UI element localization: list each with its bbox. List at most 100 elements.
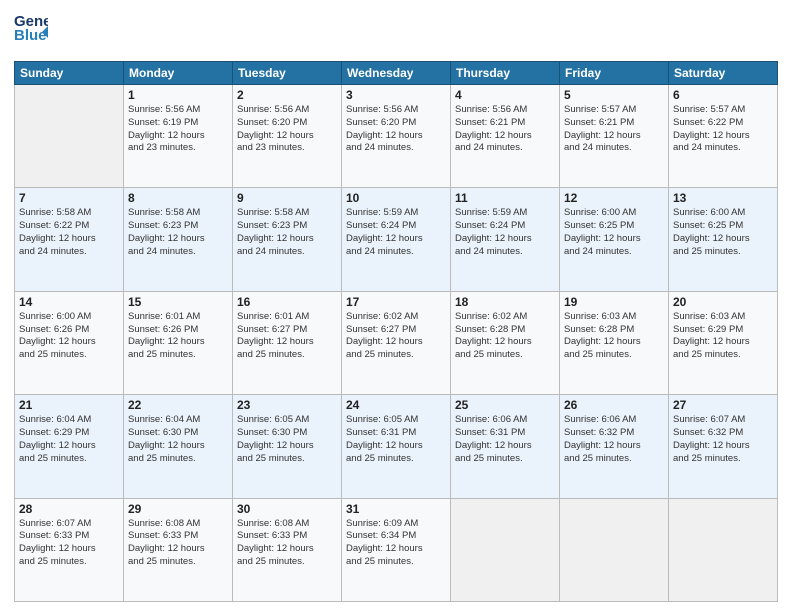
weekday-header-friday: Friday	[560, 62, 669, 85]
day-number: 20	[673, 295, 773, 309]
cell-info: Sunrise: 5:57 AMSunset: 6:22 PMDaylight:…	[673, 104, 773, 155]
calendar-cell: 17 Sunrise: 6:02 AMSunset: 6:27 PMDayligh…	[342, 291, 451, 394]
day-number: 9	[237, 191, 337, 205]
calendar-cell: 10 Sunrise: 5:59 AMSunset: 6:24 PMDayligh…	[342, 188, 451, 291]
day-number: 18	[455, 295, 555, 309]
calendar-cell	[669, 498, 778, 601]
day-number: 21	[19, 398, 119, 412]
calendar-cell: 30 Sunrise: 6:08 AMSunset: 6:33 PMDayligh…	[233, 498, 342, 601]
calendar-cell: 4Sunrise: 5:56 AMSunset: 6:21 PMDaylight…	[451, 85, 560, 188]
day-number: 29	[128, 502, 228, 516]
day-number: 11	[455, 191, 555, 205]
calendar-cell: 28 Sunrise: 6:07 AMSunset: 6:33 PMDayligh…	[15, 498, 124, 601]
cell-info: Sunrise: 6:07 AMSunset: 6:33 PMDaylight:…	[19, 518, 119, 569]
day-number: 27	[673, 398, 773, 412]
day-number: 16	[237, 295, 337, 309]
weekday-header-monday: Monday	[124, 62, 233, 85]
day-number: 17	[346, 295, 446, 309]
weekday-header-wednesday: Wednesday	[342, 62, 451, 85]
cell-info: Sunrise: 6:00 AMSunset: 6:25 PMDaylight:…	[673, 207, 773, 258]
calendar-cell: 3 Sunrise: 5:56 AMSunset: 6:20 PMDaylight…	[342, 85, 451, 188]
calendar-cell	[560, 498, 669, 601]
cell-info: Sunrise: 6:04 AMSunset: 6:30 PMDaylight:…	[128, 414, 228, 465]
week-row-2: 7Sunrise: 5:58 AMSunset: 6:22 PMDaylight…	[15, 188, 778, 291]
cell-info: Sunrise: 6:01 AMSunset: 6:26 PMDaylight:…	[128, 311, 228, 362]
cell-info: Sunrise: 5:56 AMSunset: 6:21 PMDaylight:…	[455, 104, 555, 155]
logo: General Blue	[14, 10, 48, 53]
calendar-cell: 7Sunrise: 5:58 AMSunset: 6:22 PMDaylight…	[15, 188, 124, 291]
calendar-cell: 18 Sunrise: 6:02 AMSunset: 6:28 PMDayligh…	[451, 291, 560, 394]
day-number: 24	[346, 398, 446, 412]
week-row-4: 21 Sunrise: 6:04 AMSunset: 6:29 PMDayligh…	[15, 395, 778, 498]
calendar-cell: 1 Sunrise: 5:56 AMSunset: 6:19 PMDaylight…	[124, 85, 233, 188]
day-number: 3	[346, 88, 446, 102]
calendar-cell: 31 Sunrise: 6:09 AMSunset: 6:34 PMDayligh…	[342, 498, 451, 601]
calendar-cell: 9Sunrise: 5:58 AMSunset: 6:23 PMDaylight…	[233, 188, 342, 291]
day-number: 14	[19, 295, 119, 309]
cell-info: Sunrise: 6:03 AMSunset: 6:28 PMDaylight:…	[564, 311, 664, 362]
week-row-1: 1 Sunrise: 5:56 AMSunset: 6:19 PMDaylight…	[15, 85, 778, 188]
cell-info: Sunrise: 6:04 AMSunset: 6:29 PMDaylight:…	[19, 414, 119, 465]
svg-text:Blue: Blue	[14, 27, 47, 44]
day-number: 23	[237, 398, 337, 412]
day-number: 31	[346, 502, 446, 516]
calendar-cell: 23 Sunrise: 6:05 AMSunset: 6:30 PMDayligh…	[233, 395, 342, 498]
cell-info: Sunrise: 6:02 AMSunset: 6:28 PMDaylight:…	[455, 311, 555, 362]
calendar-cell	[451, 498, 560, 601]
calendar-cell: 22Sunrise: 6:04 AMSunset: 6:30 PMDayligh…	[124, 395, 233, 498]
day-number: 30	[237, 502, 337, 516]
calendar-cell: 26 Sunrise: 6:06 AMSunset: 6:32 PMDayligh…	[560, 395, 669, 498]
day-number: 12	[564, 191, 664, 205]
cell-info: Sunrise: 6:02 AMSunset: 6:27 PMDaylight:…	[346, 311, 446, 362]
cell-info: Sunrise: 6:09 AMSunset: 6:34 PMDaylight:…	[346, 518, 446, 569]
cell-info: Sunrise: 5:56 AMSunset: 6:20 PMDaylight:…	[346, 104, 446, 155]
calendar-cell: 16 Sunrise: 6:01 AMSunset: 6:27 PMDayligh…	[233, 291, 342, 394]
day-number: 2	[237, 88, 337, 102]
calendar-cell: 12Sunrise: 6:00 AMSunset: 6:25 PMDayligh…	[560, 188, 669, 291]
cell-info: Sunrise: 5:59 AMSunset: 6:24 PMDaylight:…	[346, 207, 446, 258]
cell-info: Sunrise: 6:00 AMSunset: 6:26 PMDaylight:…	[19, 311, 119, 362]
cell-info: Sunrise: 6:05 AMSunset: 6:31 PMDaylight:…	[346, 414, 446, 465]
cell-info: Sunrise: 6:08 AMSunset: 6:33 PMDaylight:…	[128, 518, 228, 569]
cell-info: Sunrise: 6:06 AMSunset: 6:31 PMDaylight:…	[455, 414, 555, 465]
calendar-cell: 13 Sunrise: 6:00 AMSunset: 6:25 PMDayligh…	[669, 188, 778, 291]
weekday-header-sunday: Sunday	[15, 62, 124, 85]
weekday-header-tuesday: Tuesday	[233, 62, 342, 85]
day-number: 1	[128, 88, 228, 102]
day-number: 15	[128, 295, 228, 309]
cell-info: Sunrise: 6:01 AMSunset: 6:27 PMDaylight:…	[237, 311, 337, 362]
day-number: 10	[346, 191, 446, 205]
week-row-5: 28 Sunrise: 6:07 AMSunset: 6:33 PMDayligh…	[15, 498, 778, 601]
calendar-cell: 24 Sunrise: 6:05 AMSunset: 6:31 PMDayligh…	[342, 395, 451, 498]
calendar-cell: 14 Sunrise: 6:00 AMSunset: 6:26 PMDayligh…	[15, 291, 124, 394]
calendar-cell: 19 Sunrise: 6:03 AMSunset: 6:28 PMDayligh…	[560, 291, 669, 394]
day-number: 6	[673, 88, 773, 102]
calendar-cell: 8Sunrise: 5:58 AMSunset: 6:23 PMDaylight…	[124, 188, 233, 291]
day-number: 7	[19, 191, 119, 205]
cell-info: Sunrise: 6:05 AMSunset: 6:30 PMDaylight:…	[237, 414, 337, 465]
calendar-cell: 25 Sunrise: 6:06 AMSunset: 6:31 PMDayligh…	[451, 395, 560, 498]
day-number: 8	[128, 191, 228, 205]
calendar-cell: 15 Sunrise: 6:01 AMSunset: 6:26 PMDayligh…	[124, 291, 233, 394]
day-number: 19	[564, 295, 664, 309]
day-number: 25	[455, 398, 555, 412]
calendar-cell: 21 Sunrise: 6:04 AMSunset: 6:29 PMDayligh…	[15, 395, 124, 498]
cell-info: Sunrise: 5:56 AMSunset: 6:20 PMDaylight:…	[237, 104, 337, 155]
header: General Blue	[14, 10, 778, 53]
cell-info: Sunrise: 5:59 AMSunset: 6:24 PMDaylight:…	[455, 207, 555, 258]
calendar-cell	[15, 85, 124, 188]
calendar-cell: 2 Sunrise: 5:56 AMSunset: 6:20 PMDaylight…	[233, 85, 342, 188]
week-row-3: 14 Sunrise: 6:00 AMSunset: 6:26 PMDayligh…	[15, 291, 778, 394]
page: General Blue SundayMondayTuesdayWednesda…	[0, 0, 792, 612]
calendar-cell: 6 Sunrise: 5:57 AMSunset: 6:22 PMDaylight…	[669, 85, 778, 188]
day-number: 26	[564, 398, 664, 412]
calendar-cell: 5Sunrise: 5:57 AMSunset: 6:21 PMDaylight…	[560, 85, 669, 188]
calendar-cell: 11 Sunrise: 5:59 AMSunset: 6:24 PMDayligh…	[451, 188, 560, 291]
cell-info: Sunrise: 5:56 AMSunset: 6:19 PMDaylight:…	[128, 104, 228, 155]
cell-info: Sunrise: 6:06 AMSunset: 6:32 PMDaylight:…	[564, 414, 664, 465]
cell-info: Sunrise: 6:03 AMSunset: 6:29 PMDaylight:…	[673, 311, 773, 362]
cell-info: Sunrise: 6:08 AMSunset: 6:33 PMDaylight:…	[237, 518, 337, 569]
day-number: 28	[19, 502, 119, 516]
day-number: 13	[673, 191, 773, 205]
logo-icon: General Blue	[14, 10, 48, 48]
